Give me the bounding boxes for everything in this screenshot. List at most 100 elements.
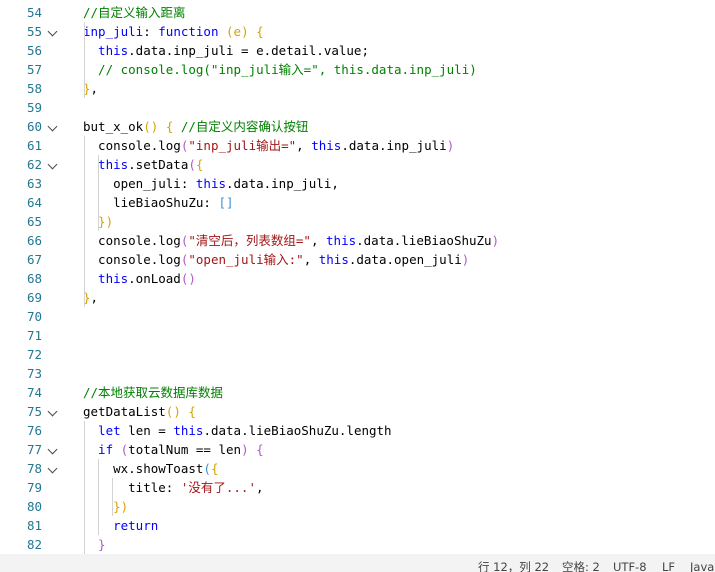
fold-chevron-icon[interactable] [47,26,58,37]
code-text: console.log("open_juli输入:", this.data.op… [83,250,469,269]
fold-chevron-icon[interactable] [47,159,58,170]
code-token: open_juli: [83,176,196,191]
code-line[interactable]: 69}, [0,288,715,307]
code-token: .setData [128,157,189,172]
code-line[interactable]: 71 [0,326,715,345]
code-line[interactable]: 76 let len = this.data.lieBiaoShuZu.leng… [0,421,715,440]
code-token: ) [241,442,249,457]
code-line[interactable]: 73 [0,364,715,383]
indent-guide [112,478,113,516]
cursor-position[interactable]: 行 12，列 22 [478,554,549,572]
code-line[interactable]: 80 }) [0,497,715,516]
code-text: this.onLoad() [83,269,196,288]
code-token: this [311,138,342,153]
line-number: 74 [26,385,42,400]
fold-chevron-icon[interactable] [47,406,58,417]
end-of-line[interactable]: LF [662,554,675,572]
code-token: (e) [226,24,249,39]
code-token: .data.lieBiaoShuZu [356,233,492,248]
code-token: but_x_ok [83,119,144,134]
fold-chevron-icon[interactable] [47,121,58,132]
code-token: inp_juli [83,24,144,39]
line-number: 80 [26,499,42,514]
line-number: 65 [26,214,42,229]
code-line[interactable]: 59 [0,98,715,117]
indent-spaces[interactable]: 空格: 2 [562,554,600,572]
line-number: 60 [26,119,42,134]
language-mode[interactable]: JavaScript [690,554,715,572]
code-token: "open_juli输入:" [188,252,304,267]
line-number: 61 [26,138,42,153]
line-number: 64 [26,195,42,210]
indent-guide [84,22,85,98]
code-text: inp_juli: function (e) { [83,22,264,41]
line-number: 79 [26,480,42,495]
fold-chevron-icon[interactable] [47,463,58,474]
indent-guide [98,155,99,231]
code-line[interactable]: 56 this.data.inp_juli = e.detail.value; [0,41,715,60]
code-line[interactable]: 70 [0,307,715,326]
code-token: .data.open_juli [348,252,462,267]
code-line[interactable]: 68 this.onLoad() [0,269,715,288]
code-line[interactable]: 65 }) [0,212,715,231]
fold-chevron-icon[interactable] [47,444,58,455]
code-line[interactable]: 63 open_juli: this.data.inp_juli, [0,174,715,193]
line-number: 68 [26,271,42,286]
line-number: 67 [26,252,42,267]
code-text: //本地获取云数据库数据 [83,383,223,402]
code-token: this [83,43,129,58]
code-line[interactable]: 81 return [0,516,715,535]
code-line[interactable]: 75 getDataList() { [0,402,715,421]
line-number: 55 [26,24,42,39]
file-encoding[interactable]: UTF-8 [613,554,647,572]
code-text: return [83,516,158,535]
line-number: 62 [26,157,42,172]
code-token: this [173,423,204,438]
code-token: totalNum == len [128,442,242,457]
code-editor[interactable]: 54 //自定义输入距离 55 inp_juli: function (e) {56 … [0,0,715,554]
code-line[interactable]: 74 //本地获取云数据库数据 [0,383,715,402]
code-token: function [158,24,219,39]
code-line[interactable]: 82 } [0,535,715,554]
line-number: 76 [26,423,42,438]
code-text: //自定义输入距离 [83,3,186,22]
code-line[interactable]: 66 console.log("清空后，列表数组=", this.data.li… [0,231,715,250]
code-token: len = [120,423,174,438]
code-token: return [83,518,159,533]
code-token: { [256,24,264,39]
code-line[interactable]: 57 // console.log("inp_juli输入=", this.da… [0,60,715,79]
code-token: this [195,176,226,191]
code-line[interactable]: 55 inp_juli: function (e) { [0,22,715,41]
code-line[interactable]: 54 //自定义输入距离 [0,3,715,22]
code-line[interactable]: 61 console.log("inp_juli输出=", this.data.… [0,136,715,155]
code-token: () [165,404,181,419]
code-token: [] [218,195,234,210]
code-line[interactable]: 77 if (totalNum == len) { [0,440,715,459]
line-number: 81 [26,518,42,533]
code-line[interactable]: 72 [0,345,715,364]
code-line[interactable]: 64 lieBiaoShuZu: [] [0,193,715,212]
code-text: console.log("清空后，列表数组=", this.data.lieBi… [83,231,499,250]
code-token: , [303,252,319,267]
code-line[interactable]: 79 title: '没有了...', [0,478,715,497]
code-line[interactable]: 78 wx.showToast({ [0,459,715,478]
code-line[interactable]: 60 but_x_ok() { //自定义内容确认按钮 [0,117,715,136]
code-token: ) [461,252,470,267]
code-line[interactable]: 58}, [0,79,715,98]
code-text: this.setData({ [83,155,203,174]
code-token: , [296,138,312,153]
code-token: "inp_juli输出=" [188,138,297,153]
line-number: 71 [26,328,42,343]
code-text: let len = this.data.lieBiaoShuZu.length [83,421,392,440]
line-number: 59 [26,100,42,115]
line-number: 78 [26,461,42,476]
code-line[interactable]: 67 console.log("open_juli输入:", this.data… [0,250,715,269]
indent-guide [84,421,85,554]
code-line[interactable]: 62 this.setData({ [0,155,715,174]
line-number: 54 [26,5,42,20]
code-token: wx.showToast [83,461,204,476]
code-token: .data.inp_juli = e.detail.value; [128,43,369,58]
